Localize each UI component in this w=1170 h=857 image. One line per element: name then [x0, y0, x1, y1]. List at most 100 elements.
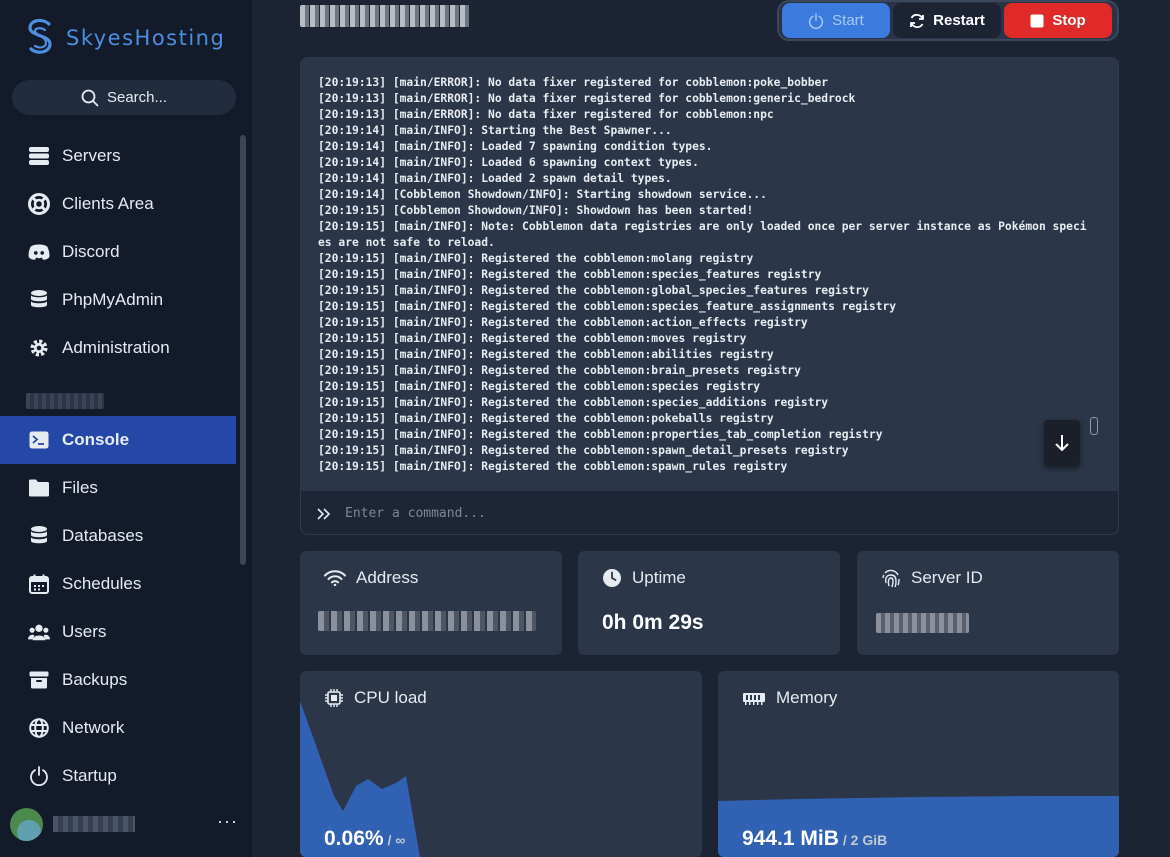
- uptime-card: Uptime 0h 0m 29s: [578, 551, 840, 655]
- gear-icon: [28, 337, 50, 359]
- lifebuoy-icon: [28, 193, 50, 215]
- restart-label: Restart: [933, 12, 985, 29]
- sidebar-item-console[interactable]: Console: [0, 416, 236, 464]
- server-id-value-redacted: [876, 613, 969, 633]
- sidebar: SkyesHosting Search... Servers Clients A…: [0, 0, 252, 857]
- brand-name: SkyesHosting: [66, 26, 226, 50]
- console-line: [20:19:15] [main/INFO]: Registered the c…: [318, 364, 801, 377]
- sidebar-item-label: Discord: [62, 242, 120, 261]
- users-icon: [28, 621, 50, 643]
- console-line: [20:19:15] [main/INFO]: Note: Cobblemon …: [318, 220, 1087, 249]
- wifi-icon: [324, 570, 346, 586]
- console-line: [20:19:15] [main/INFO]: Registered the c…: [318, 380, 761, 393]
- sidebar-item-backups[interactable]: Backups: [0, 656, 236, 704]
- sidebar-item-label: Console: [62, 430, 130, 449]
- cpu-title-row: CPU load: [324, 688, 427, 708]
- calendar-icon: [28, 573, 50, 595]
- console-line: [20:19:14] [main/INFO]: Loaded 7 spawnin…: [318, 140, 713, 153]
- sidebar-item-administration[interactable]: Administration: [0, 324, 236, 372]
- console-scrollbar[interactable]: [1090, 417, 1098, 435]
- sidebar-item-label: Clients Area: [62, 194, 154, 213]
- cpu-value: 0.06%: [324, 827, 384, 850]
- brand-logo-icon: [28, 18, 52, 54]
- power-controls: Start Restart Stop: [777, 0, 1119, 41]
- sidebar-scrollbar[interactable]: [240, 135, 246, 565]
- console-line: [20:19:15] [Cobblemon Showdown/INFO]: Sh…: [318, 204, 754, 217]
- folder-icon: [28, 477, 50, 499]
- address-title-row: Address: [324, 568, 418, 588]
- sidebar-item-label: Databases: [62, 526, 144, 545]
- cpu-load-card: CPU load 0.06% / ∞: [300, 671, 702, 857]
- clock-icon: [603, 569, 621, 587]
- sidebar-item-servers[interactable]: Servers: [0, 132, 236, 180]
- console-line: [20:19:14] [main/INFO]: Starting the Bes…: [318, 124, 672, 137]
- sidebar-item-label: Network: [62, 718, 125, 737]
- stop-label: Stop: [1052, 12, 1086, 29]
- address-title: Address: [356, 568, 419, 587]
- console-line: [20:19:15] [main/INFO]: Registered the c…: [318, 268, 822, 281]
- server-id-title: Server ID: [911, 568, 983, 587]
- console-line: [20:19:15] [main/INFO]: Registered the c…: [318, 444, 849, 457]
- stop-button[interactable]: Stop: [1004, 3, 1112, 38]
- uptime-title-row: Uptime: [602, 568, 686, 588]
- avatar[interactable]: [10, 807, 43, 841]
- server-id-card: Server ID: [857, 551, 1119, 655]
- console-line: [20:19:15] [main/INFO]: Registered the c…: [318, 300, 897, 313]
- archive-icon: [28, 669, 50, 691]
- console-line: [20:19:15] [main/INFO]: Registered the c…: [318, 460, 788, 473]
- sidebar-item-files[interactable]: Files: [0, 464, 236, 512]
- command-input[interactable]: [345, 506, 1065, 521]
- console-output: [20:19:13] [main/ERROR]: No data fixer r…: [318, 75, 1088, 475]
- sidebar-item-schedules[interactable]: Schedules: [0, 560, 236, 608]
- sidebar-item-label: Schedules: [62, 574, 142, 593]
- scroll-to-bottom-button[interactable]: [1044, 420, 1080, 466]
- restart-icon: [910, 13, 925, 28]
- power-icon: [809, 12, 824, 29]
- console-panel: [20:19:13] [main/ERROR]: No data fixer r…: [300, 57, 1119, 535]
- sidebar-item-label: Backups: [62, 670, 128, 689]
- sidebar-item-discord[interactable]: Discord: [0, 228, 236, 276]
- console-line: [20:19:13] [main/ERROR]: No data fixer r…: [318, 76, 829, 89]
- sidebar-item-label: Users: [62, 622, 107, 641]
- memory-icon: [743, 693, 765, 705]
- cpu-value-row: 0.06% / ∞: [324, 827, 405, 851]
- section-label-redacted: [26, 393, 104, 409]
- discord-icon: [28, 241, 50, 263]
- servers-icon: [28, 145, 50, 167]
- search-button[interactable]: Search...: [12, 80, 236, 115]
- search-icon: [81, 89, 99, 106]
- database-icon: [28, 525, 50, 547]
- console-line: [20:19:15] [main/INFO]: Registered the c…: [318, 316, 808, 329]
- server-id-title-row: Server ID: [881, 568, 983, 588]
- terminal-icon: [28, 429, 50, 451]
- memory-title-row: Memory: [742, 688, 837, 708]
- start-button[interactable]: Start: [782, 3, 890, 38]
- search-label: Search...: [106, 89, 168, 106]
- more-options-icon[interactable]: ···: [217, 811, 238, 832]
- sidebar-item-phpmyadmin[interactable]: PhpMyAdmin: [0, 276, 236, 324]
- memory-title: Memory: [776, 688, 838, 707]
- restart-button[interactable]: Restart: [893, 3, 1001, 38]
- uptime-title: Uptime: [632, 568, 686, 587]
- brand-logo[interactable]: SkyesHosting: [24, 18, 225, 58]
- sidebar-item-label: Servers: [62, 146, 121, 165]
- start-label: Start: [832, 12, 864, 29]
- sidebar-item-startup[interactable]: Startup: [0, 752, 236, 800]
- address-value-redacted: [318, 611, 536, 631]
- user-menu[interactable]: ···: [10, 807, 242, 841]
- console-line: [20:19:14] [main/INFO]: Loaded 2 spawn d…: [318, 172, 672, 185]
- cpu-limit: / ∞: [387, 832, 406, 848]
- stop-icon: [1030, 14, 1044, 27]
- sidebar-item-databases[interactable]: Databases: [0, 512, 236, 560]
- console-line: [20:19:15] [main/INFO]: Registered the c…: [318, 348, 774, 361]
- sidebar-item-label: Files: [62, 478, 98, 497]
- sidebar-item-users[interactable]: Users: [0, 608, 236, 656]
- sidebar-item-clients-area[interactable]: Clients Area: [0, 180, 236, 228]
- console-line: [20:19:14] [Cobblemon Showdown/INFO]: St…: [318, 188, 767, 201]
- console-line: [20:19:13] [main/ERROR]: No data fixer r…: [318, 92, 856, 105]
- console-line: [20:19:13] [main/ERROR]: No data fixer r…: [318, 108, 774, 121]
- sidebar-item-label: Startup: [62, 766, 117, 785]
- sidebar-item-network[interactable]: Network: [0, 704, 236, 752]
- memory-value-row: 944.1 MiB / 2 GiB: [742, 827, 887, 851]
- memory-limit: / 2 GiB: [842, 832, 888, 848]
